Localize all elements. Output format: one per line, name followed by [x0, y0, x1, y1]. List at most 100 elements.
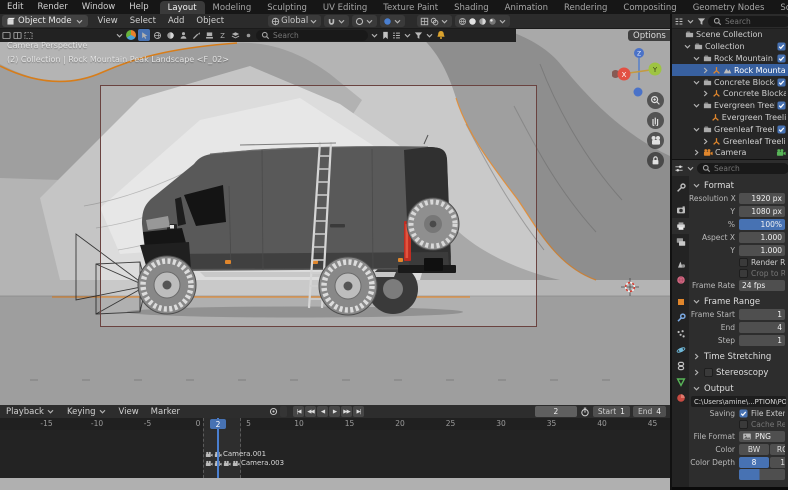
option-16[interactable]: 16 — [770, 457, 785, 468]
chevron-down-icon[interactable] — [692, 125, 701, 134]
gizmo-overlay-toggles[interactable] — [417, 15, 453, 27]
outliner-row-collection[interactable]: Collection — [672, 41, 788, 53]
play-button[interactable]: ▶ — [329, 406, 340, 417]
outliner-row-rock-mountain-peak-landscape[interactable]: Rock Mountain Peak Landscape — [672, 53, 788, 65]
prop-field[interactable]: 1920 px — [739, 193, 785, 204]
jump-to-end-button[interactable]: ▶| — [353, 406, 364, 417]
properties-tab-world[interactable] — [672, 272, 689, 288]
toolbar-icon-2[interactable] — [151, 29, 163, 41]
outliner-row-rock-mountain[interactable]: Rock Mountain — [672, 64, 788, 77]
show-gizmo-icon[interactable] — [420, 17, 429, 26]
outliner-row-evergreen-treeline[interactable]: Evergreen Treeline — [672, 112, 788, 124]
chevron-right-icon[interactable] — [701, 137, 710, 146]
solid-shading-icon[interactable] — [468, 17, 477, 26]
prop-field[interactable]: 1 — [739, 309, 785, 320]
frame-end-field[interactable]: End 4 — [632, 406, 666, 417]
toolbar-icon-4[interactable] — [177, 29, 189, 41]
prop-field[interactable]: 4 — [739, 322, 785, 333]
prop-field[interactable]: 1 — [739, 335, 785, 346]
toolbar-search-input[interactable] — [273, 30, 363, 40]
section-header-format[interactable]: Format — [689, 179, 788, 192]
collection-checkbox-icon[interactable] — [777, 42, 786, 51]
toolbar-icon-6[interactable] — [203, 29, 215, 41]
tab-shading[interactable]: Shading — [446, 1, 497, 14]
section-header-time_stretching[interactable]: Time Stretching — [689, 350, 788, 363]
color-wheel-icon[interactable] — [126, 30, 136, 40]
outliner-row-greenleaf-treeline-bac[interactable]: Greenleaf Treeline Bac — [672, 123, 788, 135]
timeline-tracks[interactable]: Camera.001 Camera.003 — [0, 430, 670, 478]
outliner-row-scene-collection[interactable]: Scene Collection — [672, 29, 788, 41]
camera-view-button[interactable] — [647, 132, 664, 149]
checkbox-icon[interactable] — [739, 420, 748, 429]
tab-modeling[interactable]: Modeling — [205, 1, 260, 14]
viewport-menu-add[interactable]: Add — [162, 16, 190, 26]
show-overlays-icon[interactable] — [430, 17, 439, 26]
window-icon[interactable] — [2, 31, 11, 40]
timeline-ruler[interactable]: -15 -10 -5 0 5 10 15 20 25 30 35 40 45 — [0, 418, 670, 430]
window-grid-icon[interactable] — [24, 31, 33, 40]
section-checkbox-icon[interactable] — [704, 368, 713, 377]
checkbox-icon[interactable] — [739, 269, 748, 278]
properties-tab-object[interactable] — [672, 294, 689, 310]
viewport-menu-object[interactable]: Object — [190, 16, 230, 26]
tab-scripting[interactable]: Scripting — [772, 1, 788, 14]
viewport-canvas[interactable] — [0, 28, 670, 405]
properties-tab-render[interactable] — [672, 202, 689, 218]
window-split-icon[interactable] — [13, 31, 22, 40]
camera-data-icon[interactable] — [776, 148, 786, 157]
prop-field[interactable]: 1080 px — [739, 206, 785, 217]
snap-control[interactable] — [324, 15, 350, 27]
outliner-row-concrete-blockade[interactable]: Concrete Blockade — [672, 88, 788, 100]
playhead-frame-tag[interactable]: 2 — [210, 419, 226, 429]
tab-animation[interactable]: Animation — [497, 1, 556, 14]
outliner-row-camera[interactable]: Camera — [672, 147, 788, 159]
collection-checkbox-icon[interactable] — [777, 125, 786, 134]
tab-rendering[interactable]: Rendering — [556, 1, 615, 14]
auto-keying-button[interactable] — [268, 406, 279, 417]
filter-icon[interactable] — [414, 31, 423, 40]
tab-geometry-nodes[interactable]: Geometry Nodes — [685, 1, 773, 14]
jump-to-start-button[interactable]: |◀ — [293, 406, 304, 417]
options-dropdown[interactable]: Options — [628, 30, 670, 41]
toolbar-icon-3[interactable] — [164, 29, 176, 41]
properties-tab-physics[interactable] — [672, 342, 689, 358]
menu-window[interactable]: Window — [75, 2, 123, 12]
checkbox-icon[interactable] — [739, 409, 748, 418]
prev-keyframe-button[interactable]: ◀◀ — [305, 406, 316, 417]
menu-help[interactable]: Help — [122, 2, 155, 12]
chevron-right-icon[interactable] — [692, 148, 701, 157]
properties-tab-material[interactable] — [672, 390, 689, 406]
section-header-output[interactable]: Output — [689, 382, 788, 395]
collection-checkbox-icon[interactable] — [777, 54, 786, 63]
option-8[interactable]: 8 — [739, 457, 769, 468]
current-frame-field[interactable]: 2 — [534, 406, 577, 417]
properties-search[interactable] — [697, 163, 788, 174]
section-header-frame_range[interactable]: Frame Range — [689, 295, 788, 308]
chevron-down-icon[interactable] — [692, 54, 701, 63]
tab-compositing[interactable]: Compositing — [615, 1, 684, 14]
toolbar-icon-5[interactable] — [190, 29, 202, 41]
collection-checkbox-icon[interactable] — [777, 78, 786, 87]
chevron-down-icon[interactable] — [683, 42, 692, 51]
bookmark-icon[interactable] — [381, 31, 390, 40]
outliner-row-concrete-blockade[interactable]: Concrete Blockade — [672, 76, 788, 88]
toolbar-icon-7[interactable]: Z — [216, 29, 228, 41]
toolbar-icon-9[interactable] — [242, 29, 254, 41]
move-view-button[interactable] — [647, 112, 664, 129]
timeline-menu-keying[interactable]: Keying — [61, 407, 113, 417]
properties-tab-scene[interactable] — [672, 256, 689, 272]
prop-slider[interactable] — [739, 469, 785, 480]
viewport-3d[interactable]: Camera Perspective (2) Collection | Rock… — [0, 28, 670, 405]
prop-field[interactable]: 1.000 — [739, 232, 785, 243]
outliner-row-greenleaf-treeline[interactable]: Greenleaf Treeline — [672, 135, 788, 147]
outliner-editor-icon[interactable] — [674, 17, 684, 26]
viewport-menu-select[interactable]: Select — [124, 16, 162, 26]
material-preview-icon[interactable] — [478, 17, 487, 26]
lock-view-button[interactable] — [647, 152, 664, 169]
proportional-editing-control[interactable] — [352, 15, 378, 27]
properties-tab-constraints[interactable] — [672, 358, 689, 374]
chevron-right-icon[interactable] — [701, 66, 710, 75]
outliner-search[interactable] — [708, 15, 788, 27]
zoom-button[interactable] — [647, 92, 664, 109]
menu-edit[interactable]: Edit — [0, 2, 30, 12]
